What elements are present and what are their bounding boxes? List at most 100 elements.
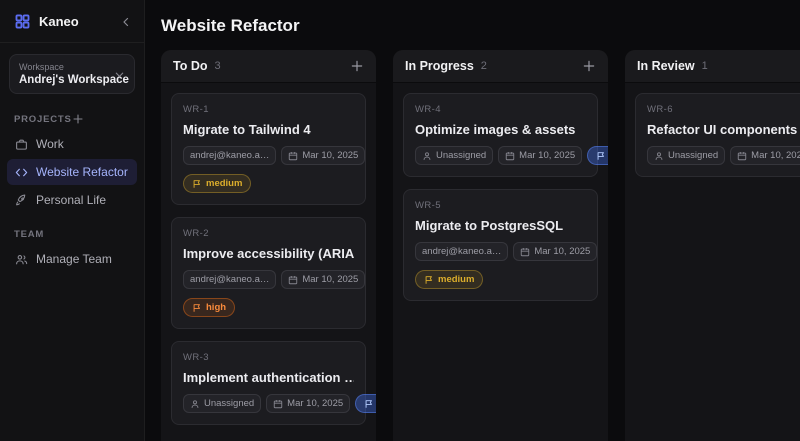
task-id: WR-3 (183, 352, 354, 363)
add-card-button[interactable] (350, 59, 364, 73)
assignee-chip: Unassigned (183, 394, 261, 413)
task-card-wr-1[interactable]: WR-1 Migrate to Tailwind 4 andrej@kaneo.… (171, 93, 366, 205)
priority-badge: medium (415, 270, 483, 289)
main-content: Website Refactor To Do 3 WR-1 Migrate to… (145, 0, 800, 441)
column-header: In Review 1 (625, 50, 800, 83)
assignee-chip: Unassigned (647, 146, 725, 165)
task-card-wr-2[interactable]: WR-2 Improve accessibility (ARIA) andrej… (171, 217, 366, 329)
chevron-down-icon (114, 69, 125, 80)
due-date-chip: Mar 10, 2025 (281, 270, 365, 289)
sidebar-item-work[interactable]: Work (7, 131, 137, 157)
column-todo: To Do 3 WR-1 Migrate to Tailwind 4 andre… (161, 50, 376, 441)
task-title: Migrate to Tailwind 4 (183, 122, 354, 137)
priority-badge: low (355, 394, 376, 413)
task-card-wr-6[interactable]: WR-6 Refactor UI components Unassigned M… (635, 93, 800, 177)
sidebar-item-label: Work (36, 137, 64, 151)
user-icon (190, 399, 200, 409)
projects-section-label: PROJECTS (14, 114, 72, 125)
user-icon (654, 151, 664, 161)
column-name: In Review (637, 59, 695, 73)
workspace-label: Workspace (19, 62, 114, 72)
sidebar-item-label: Personal Life (36, 193, 106, 207)
briefcase-icon (15, 138, 28, 151)
task-meta-row: andrej@kaneo.a… Mar 10, 2025 (183, 270, 354, 289)
task-id: WR-5 (415, 200, 586, 211)
calendar-icon (288, 151, 298, 161)
workspace-text: Workspace Andrej's Workspace (19, 62, 114, 86)
rocket-icon (15, 194, 28, 207)
column-in-progress: In Progress 2 WR-4 Optimize images & ass… (393, 50, 608, 441)
task-id: WR-1 (183, 104, 354, 115)
sidebar-header: Kaneo (0, 0, 144, 43)
task-meta-row: andrej@kaneo.a… Mar 10, 2025 (415, 242, 586, 261)
team-section-header: TEAM (0, 229, 144, 240)
calendar-icon (505, 151, 515, 161)
calendar-icon (520, 247, 530, 257)
team-section-label: TEAM (14, 229, 130, 240)
task-priority-row: medium (183, 174, 354, 193)
page-title: Website Refactor (145, 0, 800, 50)
column-body: WR-4 Optimize images & assets Unassigned… (393, 83, 608, 441)
calendar-icon (288, 275, 298, 285)
assignee-chip: Unassigned (415, 146, 493, 165)
column-header: To Do 3 (161, 50, 376, 83)
workspace-selector[interactable]: Workspace Andrej's Workspace (9, 54, 135, 94)
sidebar-item-label: Manage Team (36, 252, 112, 266)
calendar-icon (737, 151, 747, 161)
sidebar-item-label: Website Refactor (36, 165, 128, 179)
due-date-chip: Mar 10, 2025 (281, 146, 365, 165)
column-body: WR-6 Refactor UI components Unassigned M… (625, 83, 800, 441)
priority-badge: medium (183, 174, 251, 193)
flag-icon (596, 151, 606, 161)
app-title: Kaneo (39, 14, 112, 29)
kanban-board: To Do 3 WR-1 Migrate to Tailwind 4 andre… (145, 50, 800, 441)
column-count: 2 (481, 60, 575, 72)
collapse-sidebar-icon[interactable] (120, 16, 132, 28)
flag-icon (424, 275, 434, 285)
workspace-value: Andrej's Workspace (19, 74, 114, 86)
assignee-chip: andrej@kaneo.a… (183, 270, 276, 289)
add-card-button[interactable] (582, 59, 596, 73)
sidebar-item-manage-team[interactable]: Manage Team (7, 246, 137, 272)
sidebar-item-personal-life[interactable]: Personal Life (7, 187, 137, 213)
due-date-chip: Mar 10, 2025 (730, 146, 800, 165)
task-id: WR-6 (647, 104, 800, 115)
kaneo-logo-icon (14, 13, 31, 30)
user-icon (422, 151, 432, 161)
task-priority-row: medium (415, 270, 586, 289)
users-icon (15, 253, 28, 266)
flag-icon (192, 303, 202, 313)
task-meta-row: Unassigned Mar 10, 2025 low (647, 146, 800, 165)
task-card-wr-4[interactable]: WR-4 Optimize images & assets Unassigned… (403, 93, 598, 177)
task-meta-row: Unassigned Mar 10, 2025 low (415, 146, 586, 165)
assignee-chip: andrej@kaneo.a… (183, 146, 276, 165)
column-name: To Do (173, 59, 207, 73)
due-date-chip: Mar 10, 2025 (498, 146, 582, 165)
column-count: 3 (214, 60, 343, 72)
column-header: In Progress 2 (393, 50, 608, 83)
calendar-icon (273, 399, 283, 409)
flag-icon (192, 179, 202, 189)
assignee-chip: andrej@kaneo.a… (415, 242, 508, 261)
due-date-chip: Mar 10, 2025 (266, 394, 350, 413)
column-in-review: In Review 1 WR-6 Refactor UI components … (625, 50, 800, 441)
flag-icon (364, 399, 374, 409)
task-card-wr-3[interactable]: WR-3 Implement authentication … Unassign… (171, 341, 366, 425)
priority-badge: low (587, 146, 608, 165)
task-meta-row: Unassigned Mar 10, 2025 low (183, 394, 354, 413)
sidebar-item-website-refactor[interactable]: Website Refactor (7, 159, 137, 185)
due-date-chip: Mar 10, 2025 (513, 242, 597, 261)
task-id: WR-4 (415, 104, 586, 115)
task-title: Improve accessibility (ARIA) (183, 246, 354, 261)
task-meta-row: andrej@kaneo.a… Mar 10, 2025 (183, 146, 354, 165)
column-count: 1 (702, 60, 800, 72)
projects-section-header: PROJECTS (0, 113, 144, 125)
task-id: WR-2 (183, 228, 354, 239)
task-title: Optimize images & assets (415, 122, 586, 137)
task-title: Migrate to PostgresSQL (415, 218, 586, 233)
task-card-wr-5[interactable]: WR-5 Migrate to PostgresSQL andrej@kaneo… (403, 189, 598, 301)
task-title: Refactor UI components (647, 122, 800, 137)
task-title: Implement authentication … (183, 370, 354, 385)
task-priority-row: high (183, 298, 354, 317)
add-project-button[interactable] (72, 113, 130, 125)
